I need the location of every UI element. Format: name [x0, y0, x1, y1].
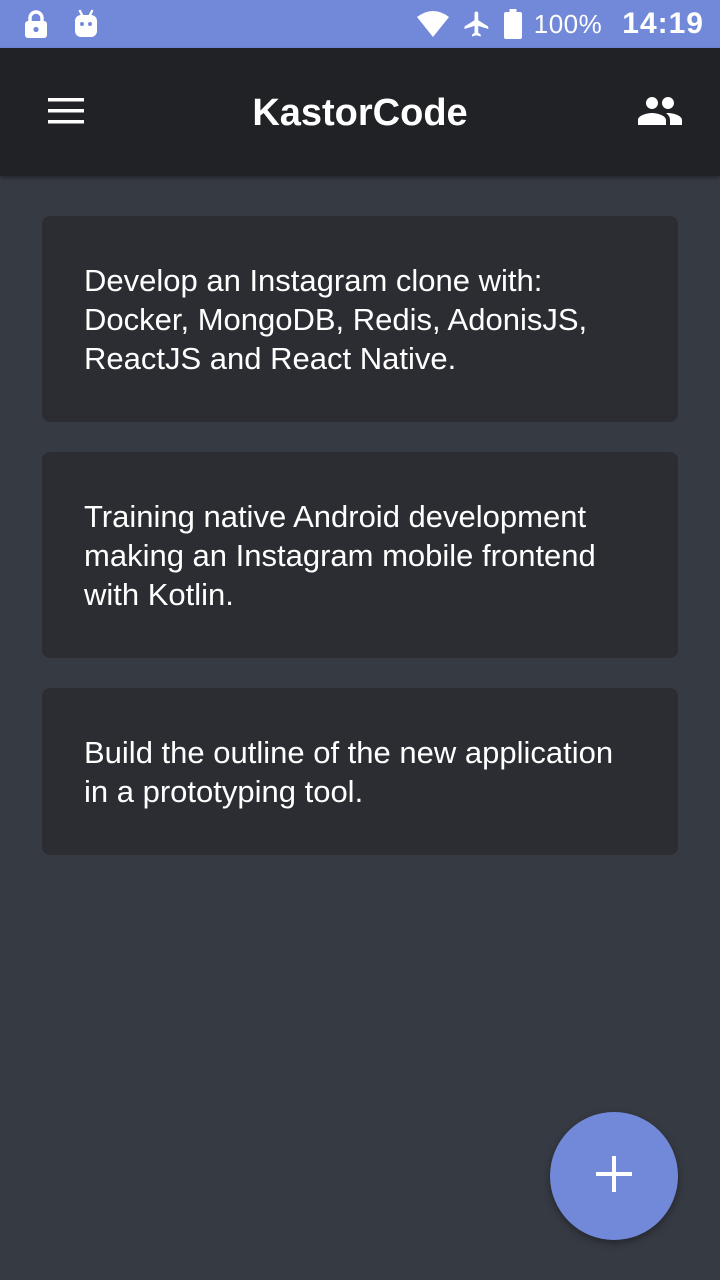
status-bar-right: 100% 14:19	[416, 0, 704, 48]
add-task-button[interactable]	[550, 1112, 678, 1240]
task-card[interactable]: Develop an Instagram clone with: Docker,…	[42, 216, 678, 422]
lock-icon	[22, 9, 50, 39]
plus-icon	[596, 1155, 632, 1197]
people-button[interactable]	[630, 83, 690, 143]
wifi-icon	[416, 10, 450, 38]
android-icon	[72, 9, 100, 39]
task-card[interactable]: Training native Android development maki…	[42, 452, 678, 658]
status-bar: 100% 14:19	[0, 0, 720, 48]
task-card-text: Build the outline of the new application…	[84, 734, 614, 809]
people-icon	[636, 87, 684, 140]
battery-icon	[503, 9, 522, 39]
app-bar: KastorCode	[0, 48, 720, 176]
task-card-text: Develop an Instagram clone with: Docker,…	[84, 262, 588, 376]
battery-percent: 100%	[533, 8, 603, 39]
task-card-text: Training native Android development maki…	[84, 498, 596, 612]
status-bar-left	[22, 9, 100, 39]
airplane-icon	[462, 9, 492, 39]
status-time: 14:19	[622, 7, 704, 40]
app-title: KastorCode	[252, 92, 468, 134]
task-card[interactable]: Build the outline of the new application…	[42, 688, 678, 855]
